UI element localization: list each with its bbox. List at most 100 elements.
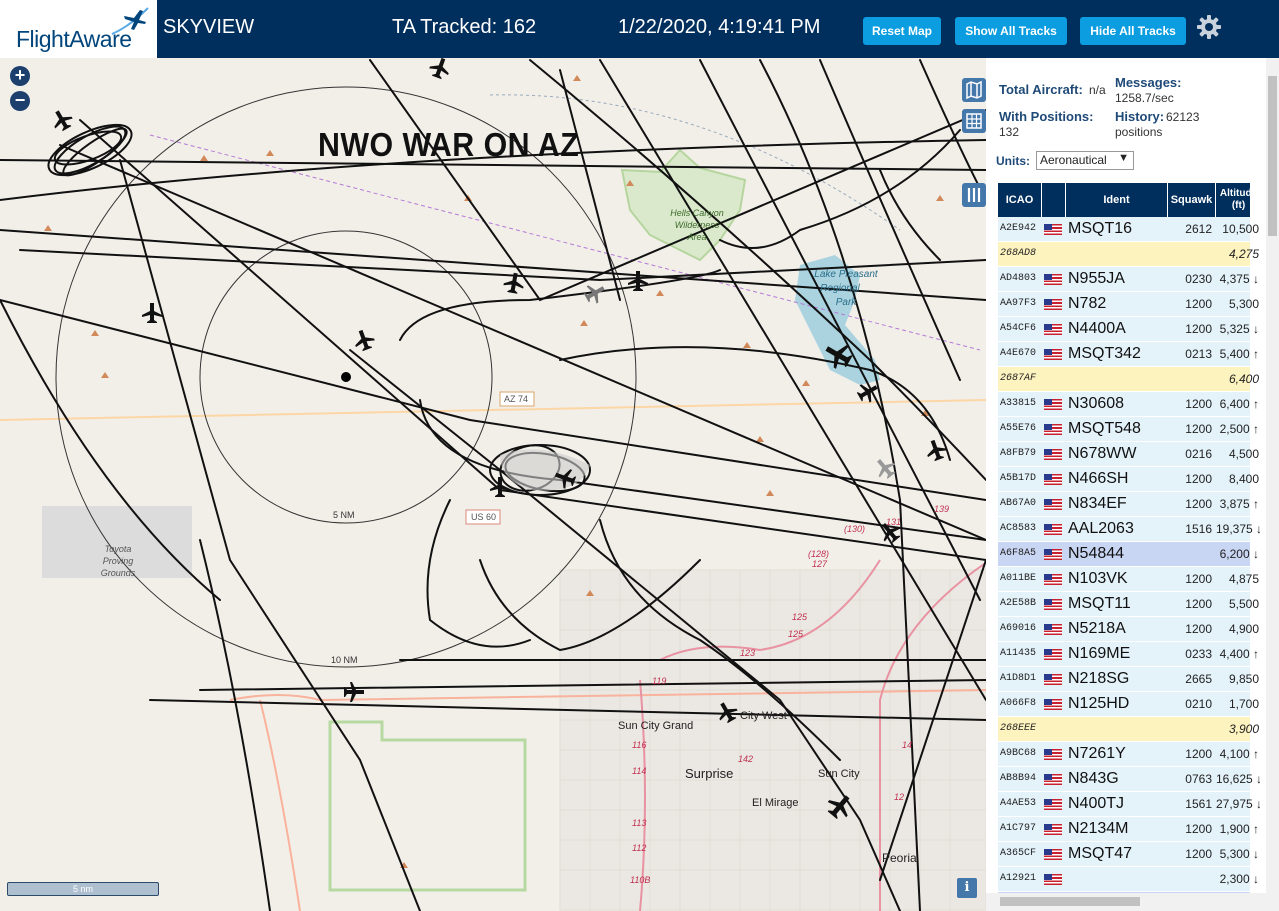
table-row[interactable]: 268EEE 3,900 — [998, 717, 1259, 742]
info-button[interactable]: i — [957, 878, 977, 898]
altitude-cell: 4,500 — [1228, 447, 1259, 461]
table-row[interactable]: A066F8 N125HD 0210 1,700 — [998, 692, 1259, 717]
squawk-cell: 0216 — [1185, 447, 1212, 461]
grid-toggle-button[interactable] — [962, 109, 986, 133]
ident-cell — [1066, 867, 1167, 891]
us-flag-icon — [1044, 699, 1062, 710]
table-row[interactable]: A1D8D1 N218SG 2665 9,850 — [998, 667, 1259, 692]
squawk-cell: 1200 — [1185, 297, 1212, 311]
az74-label: AZ 74 — [504, 394, 528, 404]
ident-cell: MSQT548 — [1068, 420, 1141, 437]
table-row[interactable]: A1C797 N2134M 1200 1,900 ↑ — [998, 817, 1259, 842]
squawk-cell — [1168, 542, 1215, 566]
scroll-thumb[interactable] — [1268, 76, 1277, 236]
flag-cell — [1042, 867, 1064, 891]
table-row[interactable]: 268AD8 4,275 — [998, 242, 1259, 267]
table-row[interactable]: A011BE N103VK 1200 4,875 — [998, 567, 1259, 592]
altitude-cell: 5,325 ↓ — [1219, 322, 1259, 336]
table-row[interactable]: A4E670 MSQT342 0213 5,400 ↑ — [998, 342, 1259, 367]
us-flag-icon — [1044, 624, 1062, 635]
table-row[interactable]: AD4803 N955JA 0230 4,375 ↓ — [998, 267, 1259, 292]
col-squawk[interactable]: Squawk — [1168, 183, 1216, 217]
flag-cell — [1042, 717, 1064, 741]
zoom-in-button[interactable]: + — [10, 66, 30, 86]
col-flag[interactable] — [1042, 183, 1066, 217]
flag-cell — [1042, 817, 1064, 841]
scale-bar: 5 nm — [7, 882, 159, 896]
col-altitude[interactable]: Altitude (ft) — [1216, 183, 1262, 217]
horizontal-scrollbar[interactable] — [986, 893, 1279, 911]
map-layers-button[interactable] — [962, 78, 986, 102]
app-title: SKYVIEW — [163, 16, 255, 38]
altitude-cell: 27,975 ↓ — [1216, 797, 1260, 811]
flightaware-logo[interactable]: FlightAware — [0, 0, 157, 58]
table-row[interactable]: A365CF MSQT47 1200 5,300 ↓ — [998, 842, 1259, 867]
ring-5nm-label: 5 NM — [333, 510, 355, 520]
zoom-out-button[interactable]: − — [10, 91, 30, 111]
us-flag-icon — [1044, 799, 1062, 810]
squawk-cell: 2612 — [1185, 222, 1212, 236]
reset-map-button[interactable]: Reset Map — [863, 17, 941, 45]
hells-canyon-label: Hells Canyon — [670, 208, 724, 218]
squawk-cell: 1200 — [1185, 422, 1212, 436]
table-row[interactable]: A9BC68 N7261Y 1200 4,100 ↑ — [998, 742, 1259, 767]
hide-all-tracks-button[interactable]: Hide All Tracks — [1080, 17, 1186, 45]
ident-cell: N400TJ — [1068, 795, 1125, 812]
grid-icon — [966, 113, 982, 129]
svg-text:123: 123 — [740, 648, 755, 658]
icao-cell: A2E58B — [1000, 598, 1037, 609]
table-row[interactable]: AA97F3 N782 1200 5,300 — [998, 292, 1259, 317]
history-value: 62123 — [1166, 110, 1200, 124]
flag-cell — [1042, 417, 1064, 441]
us-flag-icon — [1044, 499, 1062, 510]
col-icao[interactable]: ICAO — [998, 183, 1042, 217]
table-row[interactable]: A2E58B MSQT11 1200 5,500 — [998, 592, 1259, 617]
table-row[interactable]: A5B17D N466SH 1200 8,400 — [998, 467, 1259, 492]
svg-text:Park: Park — [836, 297, 858, 308]
table-row[interactable]: AB67A0 N834EF 1200 3,875 ↑ — [998, 492, 1259, 517]
icao-cell: AC8583 — [1000, 523, 1037, 534]
icao-cell: A12921 — [1000, 873, 1037, 884]
table-row[interactable]: A4AE53 N400TJ 1561 27,975 ↓ — [998, 792, 1260, 817]
icao-cell: A2E942 — [1000, 223, 1037, 234]
units-select[interactable]: Aeronautical ▼ — [1036, 151, 1134, 170]
us-flag-icon — [1044, 399, 1062, 410]
table-row[interactable]: 2687AF 6,400 — [998, 367, 1259, 392]
map-view[interactable]: 5 NM 10 NM AZ 74 US 60 Hells Canyon Wild… — [0, 58, 986, 911]
table-row[interactable]: A12921 2,300 ↓ — [998, 867, 1259, 892]
park-boundary — [328, 720, 527, 892]
table-row[interactable]: A33815 N30608 1200 6,400 ↑ — [998, 392, 1259, 417]
us-flag-icon — [1044, 574, 1062, 585]
svg-text:125: 125 — [792, 612, 808, 622]
table-row[interactable]: A6F8A5 N54844 6,200 ↓ — [998, 542, 1259, 567]
units-selected-value: Aeronautical — [1040, 153, 1107, 167]
svg-text:(130): (130) — [844, 524, 865, 534]
peoria-label: Peoria — [882, 851, 917, 865]
table-row[interactable]: A54CF6 N4400A 1200 5,325 ↓ — [998, 317, 1259, 342]
us-flag-icon — [1044, 874, 1062, 885]
total-aircraft-label: Total Aircraft: — [999, 82, 1083, 97]
table-row[interactable]: A8FB79 N678WW 0216 4,500 — [998, 442, 1259, 467]
table-row[interactable]: AB8B94 N843G 0763 16,625 ↓ — [998, 767, 1260, 792]
gear-icon[interactable] — [1196, 14, 1222, 40]
vertical-scrollbar[interactable] — [1266, 58, 1279, 911]
col-ident[interactable]: Ident — [1066, 183, 1168, 217]
us-flag-icon — [1044, 674, 1062, 685]
table-row[interactable]: A2E942 MSQT16 2612 10,500 — [998, 217, 1259, 242]
show-all-tracks-button[interactable]: Show All Tracks — [955, 17, 1067, 45]
table-row[interactable]: AC8583 AAL2063 1516 19,375 ↓ — [998, 517, 1260, 542]
table-row[interactable]: A11435 N169ME 0233 4,400 ↑ — [998, 642, 1259, 667]
map-canvas: 5 NM 10 NM AZ 74 US 60 Hells Canyon Wild… — [0, 58, 986, 911]
icao-cell: 268AD8 — [1000, 248, 1037, 259]
altitude-cell: 2,300 ↓ — [1219, 872, 1259, 886]
us-flag-icon — [1044, 424, 1062, 435]
svg-text:Wilderness: Wilderness — [675, 220, 720, 230]
columns-toggle-button[interactable] — [962, 183, 986, 207]
table-body: A2E942 MSQT16 2612 10,500 268AD8 4,275 AD4803 N… — [998, 217, 1260, 911]
messages-value: 1258.7/sec — [1115, 91, 1174, 105]
table-row[interactable]: A69016 N5218A 1200 4,900 — [998, 617, 1259, 642]
altitude-cell: 1,700 — [1228, 697, 1259, 711]
icao-cell: A1D8D1 — [1000, 673, 1037, 684]
scroll-thumb[interactable] — [1000, 897, 1140, 906]
table-row[interactable]: A55E76 MSQT548 1200 2,500 ↑ — [998, 417, 1259, 442]
